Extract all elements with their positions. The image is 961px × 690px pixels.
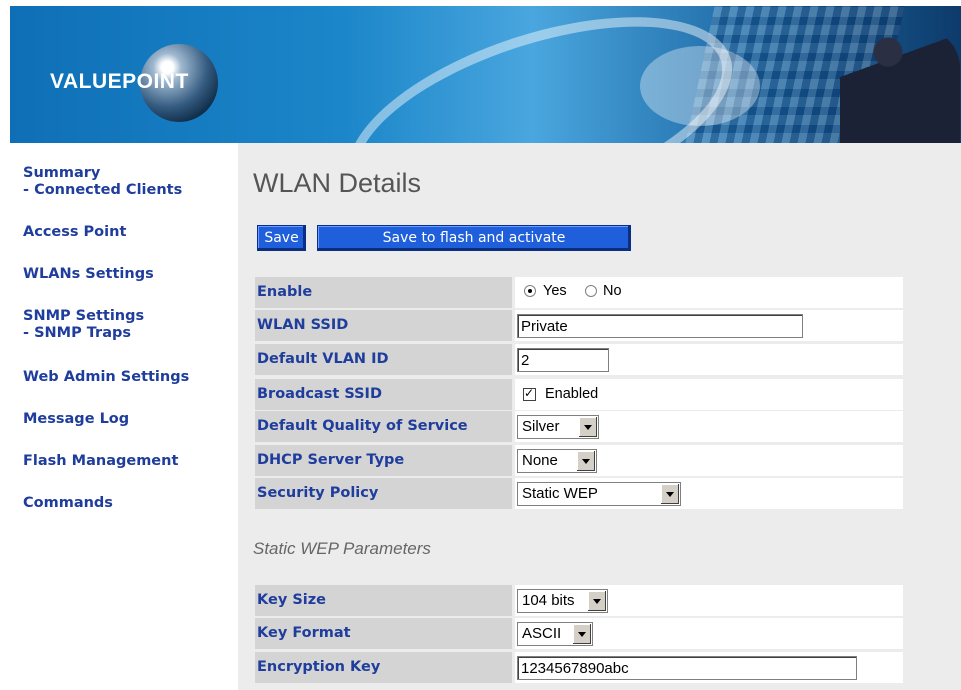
sidebar-item-label: SNMP Settings: [23, 308, 145, 324]
key-format-label: Key Format: [255, 618, 512, 649]
key-format-row: Key Format ASCII: [255, 618, 903, 649]
enable-no-label: No: [603, 283, 622, 299]
sidebar-item-commands[interactable]: Commands: [23, 495, 113, 512]
encryption-key-input[interactable]: 1234567890abc: [517, 656, 857, 680]
enable-yes-radio[interactable]: [524, 285, 536, 297]
sidebar-subitem-label: - Connected Clients: [23, 182, 183, 198]
security-row: Security Policy Static WEP: [255, 478, 903, 509]
chevron-down-icon[interactable]: [572, 624, 591, 644]
sidebar-item-label: Message Log: [23, 411, 130, 427]
sidebar-item-label: WLANs Settings: [23, 266, 154, 282]
security-value: Static WEP: [522, 485, 598, 502]
main-content: WLAN Details Save Save to flash and acti…: [238, 143, 961, 690]
qos-select[interactable]: Silver: [517, 415, 599, 439]
dhcp-row: DHCP Server Type None: [255, 445, 903, 476]
wep-section-title: Static WEP Parameters: [253, 539, 431, 558]
enable-value: Yes No: [515, 277, 903, 308]
security-select[interactable]: Static WEP: [517, 482, 681, 506]
page-title: WLAN Details: [253, 168, 422, 198]
person-graphic: [840, 28, 960, 143]
logo-text: VALUEPOINT: [50, 70, 189, 93]
key-size-label: Key Size: [255, 585, 512, 616]
sidebar-item-access-point[interactable]: Access Point: [23, 224, 126, 241]
chevron-down-icon[interactable]: [578, 417, 597, 437]
swoosh-highlight: [640, 46, 760, 126]
enable-no-radio[interactable]: [585, 285, 597, 297]
broadcast-row: Broadcast SSID Enabled: [255, 379, 903, 410]
sidebar-subitem-label: - SNMP Traps: [23, 325, 131, 341]
ssid-label: WLAN SSID: [255, 310, 512, 341]
sidebar-item-label: Flash Management: [23, 453, 179, 469]
dhcp-label: DHCP Server Type: [255, 445, 512, 476]
qos-value: Silver: [522, 418, 560, 435]
sidebar-item-web-admin-settings[interactable]: Web Admin Settings: [23, 369, 189, 386]
save-button[interactable]: Save: [257, 225, 306, 251]
vlan-input[interactable]: 2: [517, 348, 609, 372]
chevron-down-icon[interactable]: [660, 484, 679, 504]
key-format-select[interactable]: ASCII: [517, 622, 593, 646]
enable-row: Enable Yes No: [255, 277, 903, 308]
broadcast-checkbox[interactable]: [523, 386, 536, 401]
qos-label: Default Quality of Service: [255, 411, 512, 442]
broadcast-label: Broadcast SSID: [255, 379, 512, 410]
encryption-key-row: Encryption Key 1234567890abc: [255, 652, 903, 683]
vlan-row: Default VLAN ID 2: [255, 344, 903, 375]
chevron-down-icon[interactable]: [587, 591, 606, 611]
ssid-row: WLAN SSID Private: [255, 310, 903, 341]
dhcp-select[interactable]: None: [517, 449, 597, 473]
broadcast-checkbox-label: Enabled: [545, 386, 599, 402]
sidebar-item-label: Commands: [23, 495, 113, 511]
enable-label: Enable: [255, 277, 512, 308]
enable-yes-label: Yes: [543, 283, 567, 299]
dhcp-value: None: [522, 452, 558, 469]
save-to-flash-button[interactable]: Save to flash and activate: [317, 225, 631, 251]
sidebar-item-flash-management[interactable]: Flash Management: [23, 453, 178, 470]
sidebar-item-snmp-settings[interactable]: SNMP Settings - SNMP Traps: [23, 308, 144, 342]
ssid-input[interactable]: Private: [517, 314, 803, 338]
key-size-row: Key Size 104 bits: [255, 585, 903, 616]
sidebar-item-summary[interactable]: Summary - Connected Clients: [23, 165, 182, 199]
sidebar-item-wlans-settings[interactable]: WLANs Settings: [23, 266, 154, 283]
sidebar-item-label: Summary: [23, 165, 101, 181]
header-banner: VALUEPOINT: [10, 6, 961, 143]
sidebar-item-label: Web Admin Settings: [23, 369, 190, 385]
key-size-select[interactable]: 104 bits: [517, 589, 608, 613]
key-size-value: 104 bits: [522, 592, 575, 609]
sidebar-item-label: Access Point: [23, 224, 127, 240]
sidebar-nav: Summary - Connected Clients Access Point…: [10, 143, 238, 690]
chevron-down-icon[interactable]: [576, 451, 595, 471]
encryption-key-label: Encryption Key: [255, 652, 512, 683]
vlan-label: Default VLAN ID: [255, 344, 512, 375]
key-format-value: ASCII: [522, 625, 562, 642]
qos-row: Default Quality of Service Silver: [255, 411, 903, 442]
security-label: Security Policy: [255, 478, 512, 509]
sidebar-item-message-log[interactable]: Message Log: [23, 411, 129, 428]
